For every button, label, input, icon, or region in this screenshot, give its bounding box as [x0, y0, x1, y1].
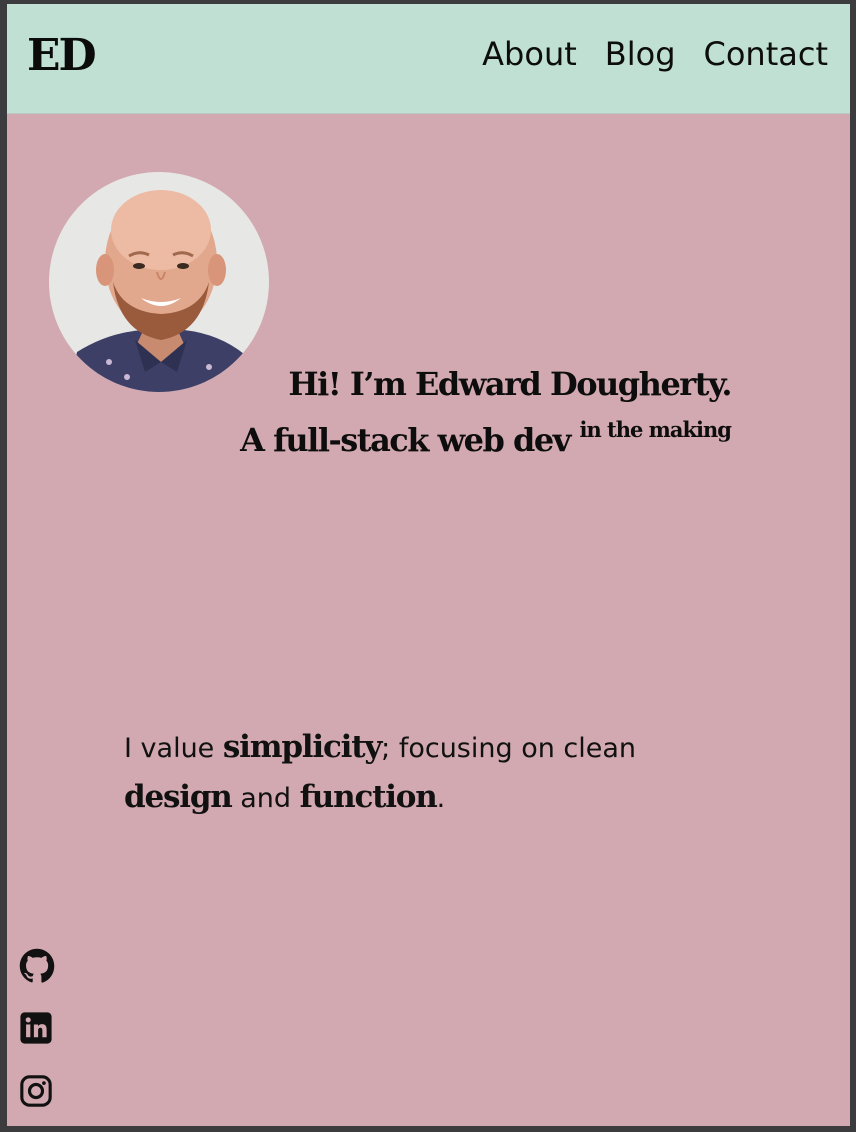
hero-heading: Hi! I’m Edward Dougherty. A full-stack w…	[7, 362, 732, 464]
hero-role-superscript: in the making	[579, 417, 732, 442]
github-link[interactable]	[19, 948, 55, 984]
nav-link-about[interactable]: About	[482, 36, 577, 72]
instagram-icon	[19, 1074, 55, 1108]
tagline-emphasis-design: design	[124, 779, 233, 815]
profile-photo	[49, 172, 269, 392]
hero-role: A full-stack web dev in the making	[7, 406, 732, 464]
github-icon	[19, 948, 55, 984]
tagline-text-2: ; focusing on clean	[381, 733, 637, 764]
instagram-link[interactable]	[19, 1074, 55, 1110]
page: ED About Blog Contact Hi! I’m Edward Dou…	[7, 4, 850, 1126]
site-header: ED About Blog Contact	[7, 4, 850, 114]
site-logo[interactable]: ED	[27, 34, 97, 78]
tagline-text-4: .	[436, 783, 446, 814]
linkedin-icon	[19, 1011, 55, 1045]
main-nav: About Blog Contact	[482, 36, 829, 72]
tagline: I value simplicity; focusing on clean de…	[124, 723, 724, 823]
linkedin-link[interactable]	[19, 1011, 55, 1047]
hero-greeting: Hi! I’m Edward Dougherty.	[288, 365, 732, 403]
tagline-emphasis-simplicity: simplicity	[222, 729, 382, 765]
hero-role-text: A full-stack web dev	[240, 421, 571, 459]
tagline-emphasis-function: function	[299, 779, 438, 815]
nav-link-blog[interactable]: Blog	[605, 36, 676, 72]
tagline-text-3: and	[231, 783, 300, 814]
tagline-text-1: I value	[124, 733, 223, 764]
nav-link-contact[interactable]: Contact	[704, 36, 829, 72]
